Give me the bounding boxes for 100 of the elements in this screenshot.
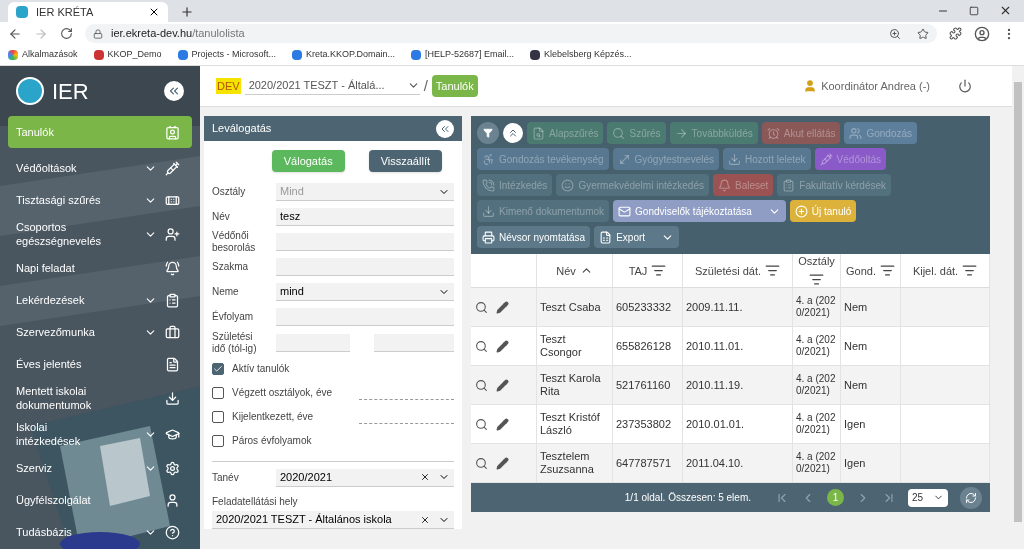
field-label: Neme — [212, 286, 240, 298]
table-cell: Nem — [844, 300, 868, 314]
view-icon[interactable] — [475, 339, 488, 353]
clear-icon[interactable] — [420, 514, 430, 525]
checkbox[interactable] — [212, 386, 224, 399]
sidebar-item[interactable]: Mentett iskolai dokumentumok — [8, 380, 192, 416]
logo-text: IER — [52, 77, 89, 106]
bookmark-link[interactable]: Klebelsberg Képzés... — [530, 48, 632, 62]
button-icon — [618, 204, 632, 218]
date-to-field[interactable] — [374, 334, 454, 352]
checkbox[interactable] — [212, 362, 224, 375]
sidebar-item[interactable]: Szervezőmunka — [8, 316, 192, 348]
dropdown-field[interactable]: 2020/2021 TESZT - Általános iskola — [212, 511, 454, 529]
edit-icon[interactable] — [496, 456, 509, 470]
bookmark-star-icon[interactable] — [917, 27, 929, 40]
pager-summary: 1/1 oldal. Összesen: 5 elem. — [624, 491, 751, 505]
bookmark-link[interactable]: Alkalmazások — [8, 48, 78, 62]
refresh-icon — [965, 491, 977, 504]
table-cell: 2009.11.11. — [686, 300, 743, 314]
sidebar-item[interactable]: Tudásbázis — [8, 516, 192, 548]
address-field[interactable]: ier.ekreta-dev.hu/tanulolista — [85, 24, 937, 43]
dropdown-field[interactable]: mind — [276, 283, 454, 301]
back-icon[interactable] — [8, 26, 22, 41]
checkbox[interactable] — [212, 434, 224, 447]
sidebar-item[interactable]: Csoportos egészségnevelés — [8, 216, 192, 252]
bookmark-link[interactable]: Projects - Microsoft... — [177, 48, 277, 62]
collapse-toolbar-button[interactable] — [503, 123, 523, 143]
lock-icon — [93, 28, 103, 39]
edit-icon[interactable] — [496, 300, 509, 314]
field-label: Név — [212, 211, 231, 223]
new-tab-icon[interactable] — [180, 5, 194, 19]
page-size-select[interactable]: 25 — [908, 488, 948, 507]
edit-icon[interactable] — [496, 339, 509, 353]
text-field[interactable] — [276, 233, 454, 251]
context-select[interactable]: 2020/2021 TESZT - Általá... — [244, 77, 420, 95]
column-header[interactable]: TAJ — [613, 254, 683, 287]
column-header[interactable]: Osztály — [793, 254, 841, 287]
bookmark-link[interactable]: [HELP-52687] Email... — [410, 48, 514, 62]
view-icon[interactable] — [475, 300, 488, 314]
text-field[interactable]: tesz — [276, 208, 454, 226]
zoom-icon[interactable] — [889, 27, 901, 40]
sidebar-item[interactable]: Éves jelentés — [8, 348, 192, 380]
double-chevron-icon — [507, 127, 519, 139]
sidebar-item[interactable]: Védőoltások — [8, 152, 192, 184]
table-cell: 2010.11.01. — [686, 339, 744, 353]
menu-item-icon — [165, 426, 180, 442]
table-cell: Teszt Csaba — [540, 300, 601, 314]
text-field[interactable] — [276, 308, 454, 326]
sidebar-item[interactable]: Tisztasági szűrés — [8, 184, 192, 216]
toolbar-button[interactable]: Export — [594, 226, 680, 248]
sidebar-item[interactable]: Szerviz — [8, 452, 192, 484]
column-header[interactable]: Kijel. dát. — [901, 254, 990, 287]
collapse-button[interactable] — [436, 119, 454, 138]
menu-item-icon — [165, 324, 180, 340]
clear-icon[interactable] — [420, 472, 430, 482]
column-header[interactable]: Név — [537, 254, 613, 287]
checkbox[interactable] — [212, 410, 224, 423]
tab-title: IER KRÉTA — [36, 4, 95, 20]
date-from-field[interactable] — [276, 334, 350, 352]
edit-icon[interactable] — [496, 417, 509, 431]
sidebar-item[interactable]: Iskolai intézkedések — [8, 416, 192, 452]
button-icon — [794, 204, 808, 218]
button-icon — [766, 126, 780, 140]
button-icon — [849, 126, 863, 140]
reload-icon[interactable] — [60, 27, 73, 40]
edit-icon[interactable] — [496, 378, 509, 392]
field-label: Évfolyam — [212, 311, 255, 323]
checkbox-label: Páros évfolyamok — [232, 434, 312, 448]
profile-icon[interactable] — [974, 25, 990, 42]
button-icon — [617, 152, 631, 166]
maximize-icon[interactable] — [969, 6, 979, 16]
sidebar-item[interactable]: Lekérdezések — [8, 284, 192, 316]
bookmark-link[interactable]: KKOP_Demo — [93, 48, 162, 62]
text-field[interactable] — [276, 258, 454, 276]
view-icon[interactable] — [475, 378, 488, 392]
checkbox-label: Aktív tanulók — [232, 362, 290, 376]
view-icon[interactable] — [475, 456, 488, 470]
logout-icon[interactable] — [958, 79, 972, 93]
browser-tab[interactable]: IER KRÉTA — [8, 2, 168, 22]
scrollbar-thumb[interactable] — [1014, 82, 1022, 522]
table-cell: 237353802 — [616, 417, 672, 431]
dropdown-field[interactable]: 2020/2021 — [276, 468, 454, 487]
close-window-icon[interactable] — [999, 4, 1012, 17]
user-name[interactable]: Koordinátor Andrea (-) — [821, 77, 930, 95]
filter-toggle-button[interactable] — [477, 122, 499, 144]
button-icon — [482, 230, 495, 244]
close-icon[interactable] — [148, 6, 160, 18]
column-header[interactable]: Gond. — [841, 254, 901, 287]
refresh-button[interactable] — [960, 486, 982, 509]
menu-item-icon — [165, 492, 180, 508]
table-cell-text: Teszt Karola Rita — [540, 372, 602, 398]
bookmark-link[interactable]: Kreta.KKOP.Domain... — [292, 48, 395, 62]
view-icon[interactable] — [475, 417, 488, 431]
column-header[interactable]: Születési dát. — [683, 254, 793, 287]
sidebar-item[interactable]: Ügyfélszolgálat — [8, 484, 192, 516]
button-icon — [718, 178, 731, 192]
sidebar-item[interactable]: Napi feladat — [8, 252, 192, 284]
extensions-icon[interactable] — [949, 27, 962, 40]
toolbar-button[interactable]: Névsor nyomtatása — [477, 226, 591, 248]
filter-button[interactable]: Visszaállít — [368, 150, 442, 172]
